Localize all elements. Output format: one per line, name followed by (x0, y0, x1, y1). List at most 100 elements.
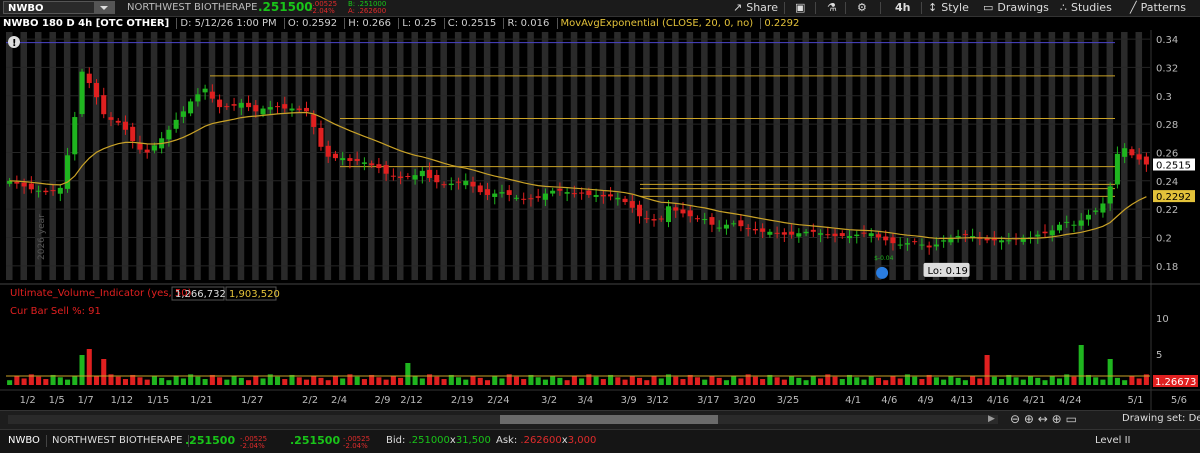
volume-bar (564, 380, 570, 385)
volume-bar (861, 379, 867, 385)
chart-settings-button[interactable]: ▣ (795, 0, 805, 16)
time-tick-label: 1/27 (241, 395, 263, 406)
candle-body (14, 181, 20, 184)
volume-bar (977, 378, 983, 385)
divider (815, 2, 816, 14)
volume-bar (137, 377, 143, 385)
volume-bar (463, 379, 469, 385)
studies-button[interactable]: ∴ Studies (1060, 0, 1112, 16)
candle-body (1136, 154, 1142, 160)
time-scrollbar-thumb[interactable] (500, 415, 718, 424)
crosshair-icon[interactable]: ⊕ (1052, 412, 1062, 426)
session-stripe (1048, 32, 1056, 280)
status-mark-price: .251500 (290, 434, 341, 447)
candle-body (571, 193, 577, 195)
status-symbol[interactable]: NWBO (8, 435, 47, 447)
zoom-in-icon[interactable]: ⊕ (1024, 412, 1034, 426)
candle-body (217, 99, 223, 108)
session-stripe (483, 32, 491, 280)
flask-button[interactable]: ⚗ (827, 0, 837, 16)
drawing-set-label[interactable]: Drawing set: Default (1122, 413, 1200, 424)
session-stripe (136, 32, 143, 280)
cur-bar-sell-label: Cur Bar Sell %: 91 (10, 306, 101, 317)
session-stripe (1063, 32, 1070, 280)
ema-study-label[interactable]: MovAvgExponential (CLOSE, 20, 0, no) (556, 18, 754, 29)
volume-bar (282, 379, 288, 385)
volume-bar (709, 375, 715, 385)
drawing-box-icon[interactable]: ▭ (1066, 412, 1077, 426)
volume-bar (159, 377, 165, 385)
volume-bar (1056, 378, 1063, 385)
candle-body (376, 164, 382, 169)
session-stripe (1092, 32, 1099, 280)
candle-body (325, 145, 331, 157)
zoom-out-icon[interactable]: ⊖ (1010, 412, 1020, 426)
candle-body (789, 231, 795, 235)
volume-last-badge-text: 1.26673 (1155, 377, 1196, 388)
gear-button[interactable]: ⚙ (857, 0, 867, 16)
volume-bar (868, 375, 874, 385)
candle-body (347, 158, 353, 161)
session-stripe (715, 32, 723, 280)
candle-body (796, 233, 802, 237)
time-tick-label: 2/9 (374, 395, 390, 406)
volume-bar (738, 378, 744, 385)
volume-bar (217, 377, 223, 385)
candle-body (629, 201, 635, 208)
candle-body (130, 126, 136, 142)
chart-icon: ▣ (795, 1, 806, 14)
pan-icon[interactable]: ↔ (1038, 412, 1048, 426)
candle-body (933, 244, 939, 247)
share-button[interactable]: ↗ Share (733, 0, 778, 16)
session-stripe (831, 32, 838, 280)
session-stripe (194, 32, 201, 280)
volume-bar (832, 376, 838, 385)
candle-body (224, 106, 230, 108)
candle-body (723, 224, 729, 229)
volume-bar (441, 379, 447, 385)
session-stripe (527, 32, 534, 280)
candle-body (1064, 221, 1070, 223)
volume-bar (702, 379, 708, 385)
candle-body (810, 229, 816, 232)
candle-body (332, 153, 338, 159)
candle-body (202, 88, 208, 93)
session-stripe (454, 32, 462, 280)
time-tick-label: 3/9 (621, 395, 637, 406)
volume-bar (796, 377, 802, 385)
symbol-selector[interactable]: NWBO (3, 1, 115, 14)
candle-body (21, 182, 27, 187)
volume-bar (72, 375, 78, 385)
price-tick-label: 0.34 (1156, 35, 1178, 46)
time-tick-label: 5/6 (1171, 395, 1187, 406)
volume-bar (644, 380, 650, 385)
candle-body (593, 194, 599, 197)
timeframe-button[interactable]: 4h (895, 0, 911, 16)
session-stripe (570, 32, 578, 280)
chevron-down-icon[interactable] (94, 2, 114, 13)
volume-bar (637, 377, 643, 385)
volume-bar (1035, 377, 1041, 385)
volume-bar (101, 359, 107, 385)
company-name: NORTHWEST BIOTHERAPE (127, 2, 258, 13)
volume-bar (680, 379, 686, 385)
style-button[interactable]: ↕ Style (928, 0, 969, 16)
candle-body (709, 217, 715, 225)
candle-body (28, 183, 34, 190)
session-stripe (237, 32, 245, 280)
drawings-button[interactable]: ▭ Drawings (983, 0, 1049, 16)
volume-bar (412, 376, 418, 385)
candle-body (340, 158, 346, 161)
level-ii-button[interactable]: Level II (1095, 435, 1130, 446)
price-volume-chart[interactable]: 0.18 0.2 0.22 0.24 0.26 0.28 0.3 0.32 0.34 2026 y… (0, 30, 1200, 410)
time-tick-label: 3/17 (697, 395, 719, 406)
scroll-right-icon[interactable]: ▶ (988, 414, 995, 424)
candle-body (1143, 156, 1149, 165)
session-stripe (425, 32, 433, 280)
volume-bar (854, 377, 860, 385)
candle-body (919, 244, 925, 246)
candle-body (246, 102, 252, 108)
patterns-button[interactable]: ╱ Patterns (1130, 0, 1186, 16)
volume-bar (7, 380, 13, 385)
volume-bar (354, 376, 360, 385)
